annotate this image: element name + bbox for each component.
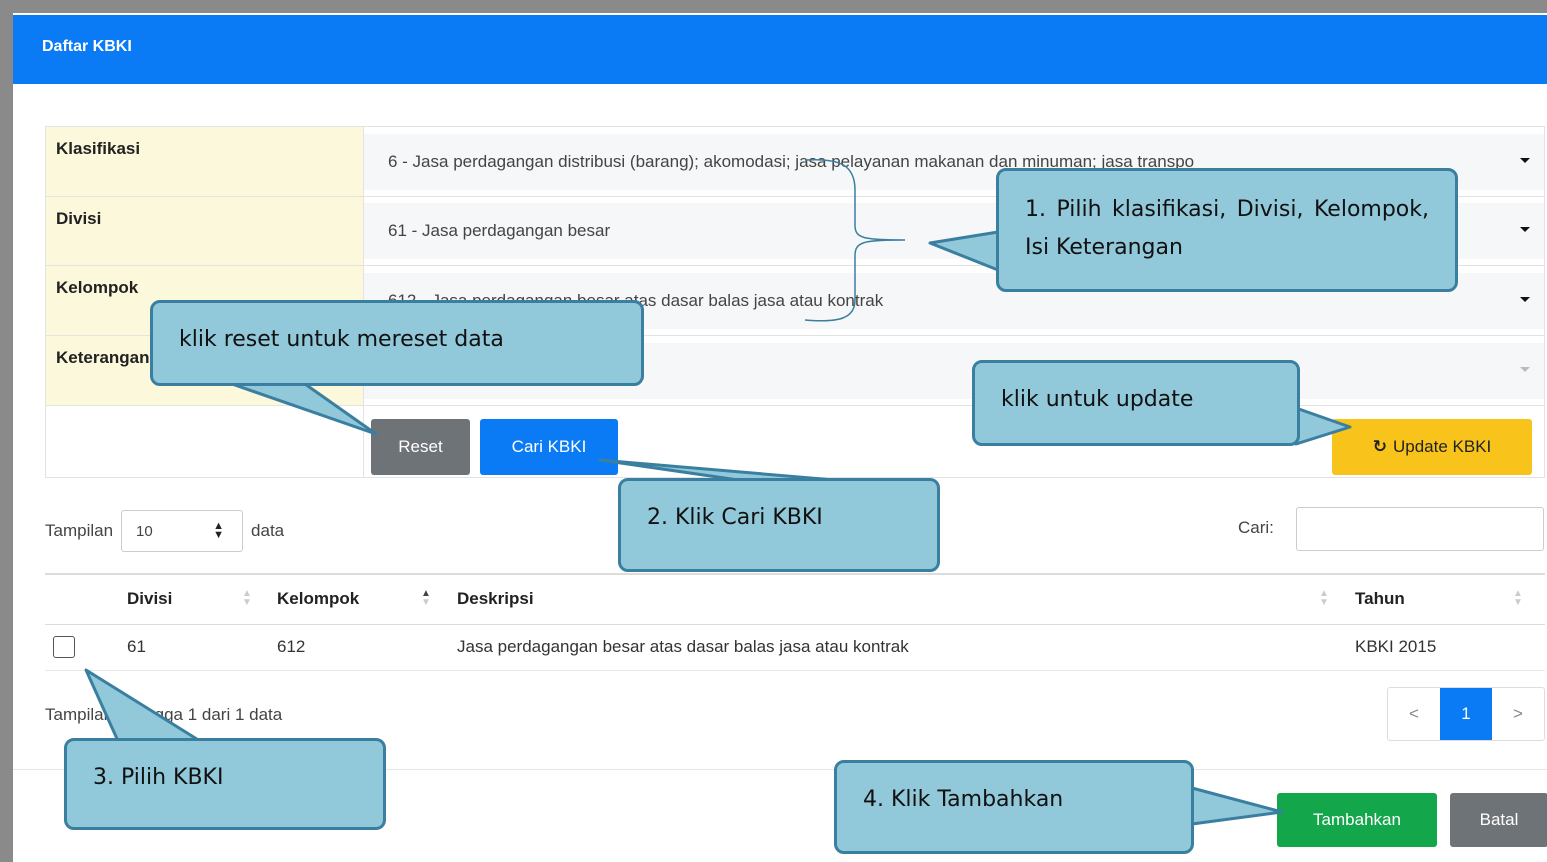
callout-step1: 1. Pilih klasifikasi, Divisi, Kelompok, … (996, 168, 1458, 292)
next-page-button[interactable]: > (1492, 688, 1544, 740)
page-length-control: Tampilan 10 ▲ ▼ data (45, 510, 284, 552)
show-label: Tampilan (45, 521, 114, 540)
select-column-header (45, 573, 127, 625)
sort-icon: ▲ ▼ (1513, 588, 1523, 608)
cancel-button[interactable]: Batal (1450, 793, 1547, 847)
column-header-tahun[interactable]: Tahun ▲ ▼ (1355, 573, 1545, 625)
callout-step3: 3. Pilih KBKI (64, 738, 386, 830)
chevron-down-icon (1520, 227, 1530, 232)
callout-step4: 4. Klik Tambahkan (834, 760, 1194, 854)
column-header-divisi[interactable]: Divisi ▲ ▼ (127, 573, 277, 625)
updown-icon: ▲ ▼ (213, 520, 225, 541)
reset-button[interactable]: Reset (371, 419, 470, 475)
chevron-down-icon (1520, 296, 1530, 302)
column-header-deskripsi[interactable]: Deskripsi ▲ ▼ (457, 573, 1355, 625)
row-checkbox[interactable] (53, 636, 75, 658)
search-input[interactable] (1296, 507, 1544, 551)
modal-header: Daftar KBKI (13, 15, 1547, 84)
cell-deskripsi: Jasa perdagangan besar atas dasar balas … (457, 624, 1355, 671)
divisi-value: 61 - Jasa perdagangan besar (388, 221, 611, 240)
page-1-button[interactable]: 1 (1440, 688, 1492, 740)
cell-kelompok: 612 (277, 624, 457, 671)
cell-tahun: KBKI 2015 (1355, 624, 1545, 671)
chevron-down-icon (1520, 157, 1530, 163)
button-row-spacer (45, 405, 364, 478)
kbki-table: Divisi ▲ ▼ Kelompok ▲ ▼ Deskripsi ▲ ▼ Tahun ▲ ▼ … (45, 573, 1545, 671)
page-size-select[interactable]: 10 ▲ ▼ (121, 510, 244, 552)
sort-asc-icon: ▲ ▼ (421, 588, 431, 608)
klasifikasi-label: Klasifikasi (45, 126, 364, 197)
kbki-modal: Daftar KBKI Klasifikasi 6 - Jasa perdaga… (13, 13, 1547, 862)
table-row: 61 612 Jasa perdagangan besar atas dasar… (45, 624, 1545, 671)
column-header-kelompok[interactable]: Kelompok ▲ ▼ (277, 573, 457, 625)
search-kbki-button[interactable]: Cari KBKI (480, 419, 618, 475)
refresh-icon: ↻ (1372, 437, 1387, 456)
pagination: < 1 > (1387, 687, 1545, 741)
sort-icon: ▲ ▼ (1319, 588, 1329, 608)
search-label: Cari: (1238, 518, 1274, 537)
table-info: Tampilan 1 hingga 1 dari 1 data (45, 705, 283, 724)
callout-update: klik untuk update (972, 360, 1300, 446)
prev-page-button[interactable]: < (1388, 688, 1440, 740)
update-kbki-label: Update KBKI (1392, 437, 1492, 456)
callout-step2: 2. Klik Cari KBKI (618, 478, 940, 572)
chevron-down-icon (1520, 366, 1530, 372)
divisi-label: Divisi (45, 196, 364, 266)
data-label: data (251, 521, 285, 540)
cell-divisi: 61 (127, 624, 277, 671)
sort-icon: ▲ ▼ (242, 588, 252, 608)
update-kbki-button[interactable]: ↻ Update KBKI (1332, 419, 1532, 475)
modal-title: Daftar KBKI (42, 38, 132, 55)
callout-reset: klik reset untuk mereset data (150, 300, 644, 386)
add-button[interactable]: Tambahkan (1277, 793, 1437, 847)
page-size-value: 10 (136, 522, 153, 540)
